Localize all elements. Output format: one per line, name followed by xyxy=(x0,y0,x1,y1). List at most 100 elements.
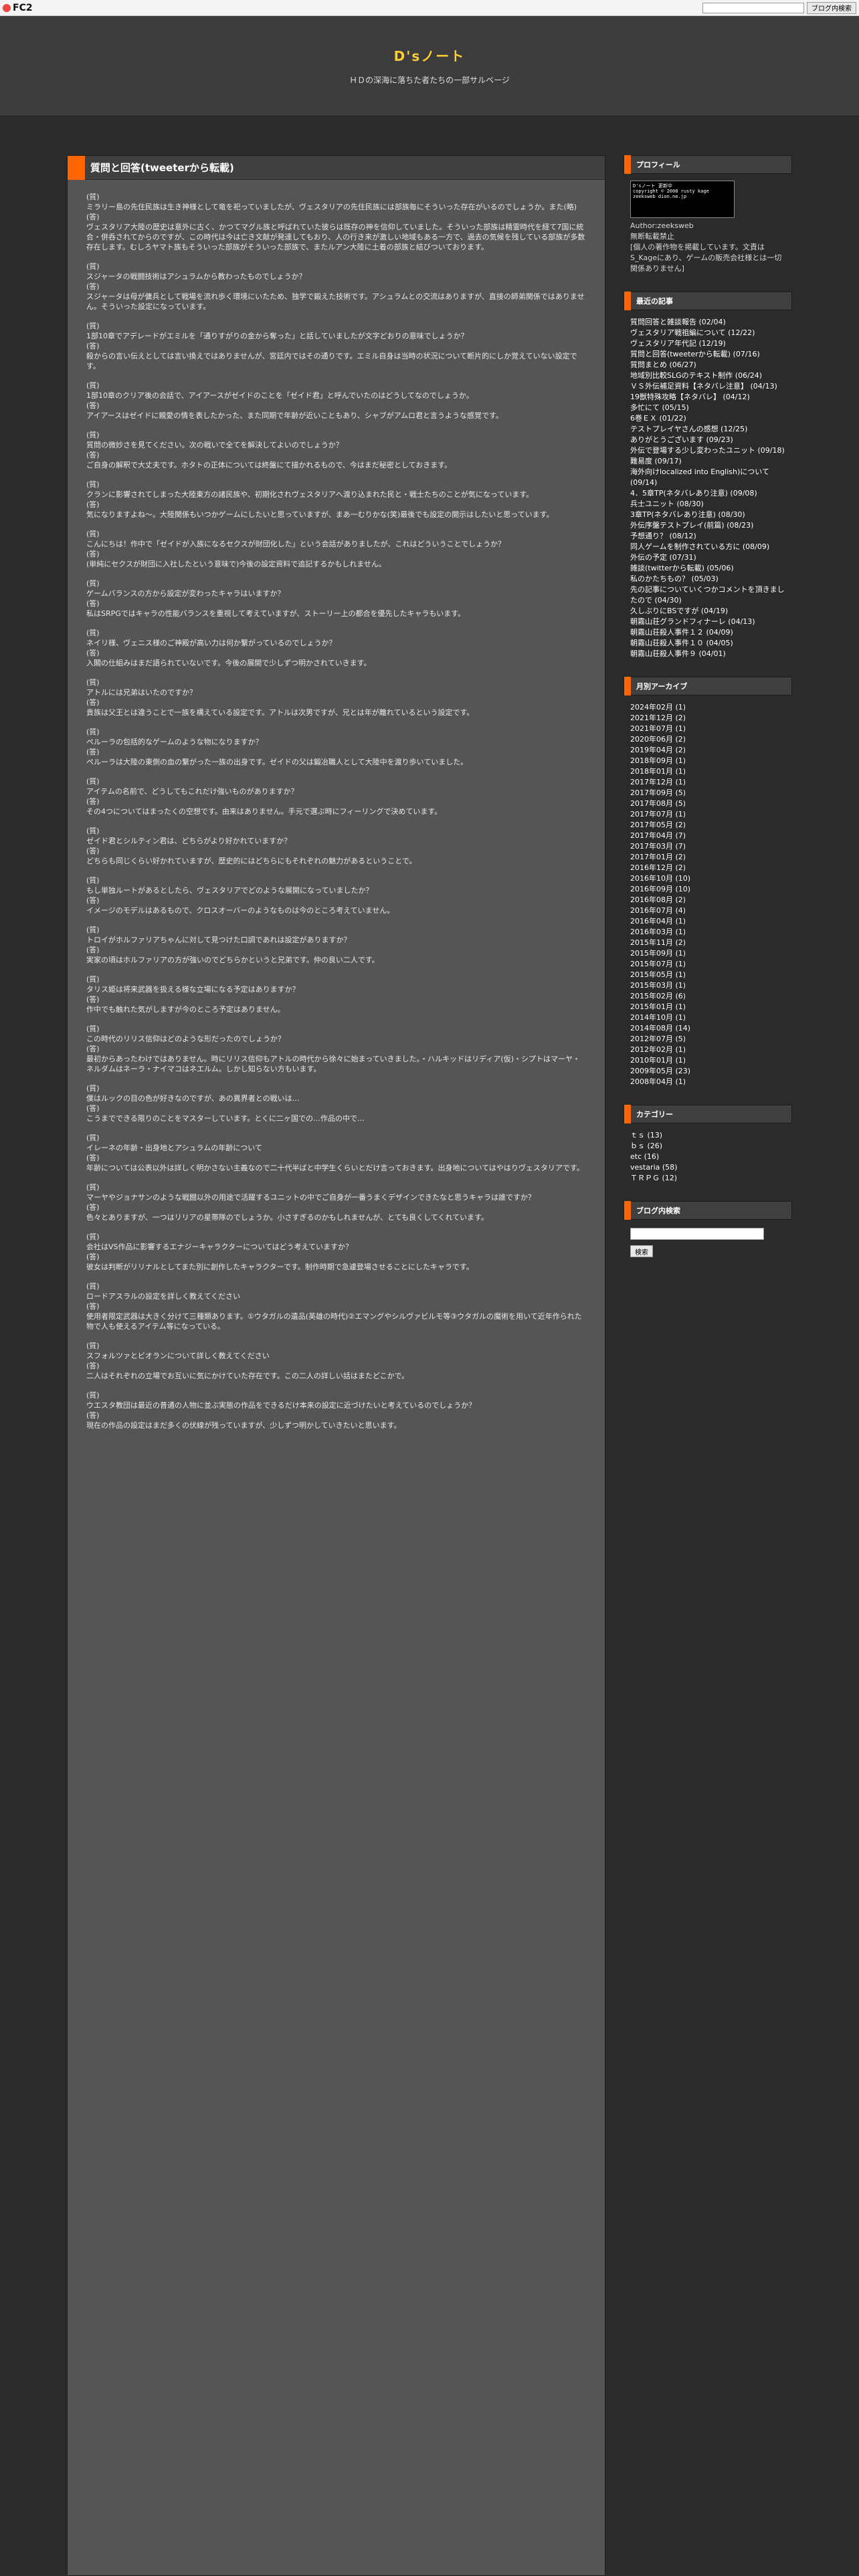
archive-month-link[interactable]: 2012年02月 (1) xyxy=(630,1045,785,1055)
archive-month-link[interactable]: 2016年07月 (4) xyxy=(630,905,785,916)
recent-entry-link[interactable]: 質問まとめ (06/27) xyxy=(630,360,785,370)
category-link[interactable]: etc (16) xyxy=(630,1152,785,1162)
recent-entry-link[interactable]: 朝霧山荘グランドフィナーレ (04/13) xyxy=(630,617,785,627)
archive-month-link[interactable]: 2014年08月 (14) xyxy=(630,1023,785,1034)
archive-month-link[interactable]: 2014年10月 (1) xyxy=(630,1012,785,1023)
archive-month-link[interactable]: 2016年12月 (2) xyxy=(630,863,785,873)
answer-text: (答) 現在の作品の設定はまだ多くの伏線が残っていますが、少しずつ明かしていきた… xyxy=(86,1411,401,1430)
recent-entry-link[interactable]: ありがとうございます (09/23) xyxy=(630,435,785,445)
recent-entries-widget: 最近の記事 質問回答と雑談報告 (02/04) ヴェスタリア戦祖編について (12… xyxy=(624,292,792,662)
recent-entry-link[interactable]: 3章TP(ネタバレあり注意) (08/30) xyxy=(630,510,785,520)
recent-entry-link[interactable]: 外伝序盤テストプレイ(前篇) (08/23) xyxy=(630,520,785,531)
qa-item: (質) この時代のリリス信仰はどのような形だったのでしょうか？ (答) 最初からあ… xyxy=(86,1024,586,1074)
archive-month-link[interactable]: 2016年04月 (1) xyxy=(630,916,785,927)
archive-month-link[interactable]: 2019年04月 (2) xyxy=(630,745,785,756)
question-text: (質) 会社はVS作品に影響するエナジーキャラクターについてはどう考えていますか… xyxy=(86,1232,353,1251)
category-link[interactable]: ｔｓ (13) xyxy=(630,1130,785,1141)
recent-entry-link[interactable]: 同人ゲームを制作されている方に (08/09) xyxy=(630,542,785,552)
archive-month-link[interactable]: 2015年02月 (6) xyxy=(630,991,785,1002)
archive-month-link[interactable]: 2010年01月 (1) xyxy=(630,1055,785,1066)
qa-item: (質) ウエスタ教団は最近の普通の人物に並ぶ実態の作品をできるだけ本来の設定に近… xyxy=(86,1390,586,1430)
recent-entry-link[interactable]: 4．5章TP(ネタバレあり注意) (09/08) xyxy=(630,488,785,499)
archive-month-link[interactable]: 2021年07月 (1) xyxy=(630,724,785,734)
recent-entry-link[interactable]: 6巻ＥＸ (01/22) xyxy=(630,413,785,424)
archive-month-link[interactable]: 2009年05月 (23) xyxy=(630,1066,785,1077)
category-link[interactable]: vestaria (58) xyxy=(630,1162,785,1173)
recent-entry-link[interactable]: 私のかたちもの？ (05/03) xyxy=(630,574,785,584)
qa-item: (質) スジャータの戦闘技術はアシュラムから教わったものでしょうか？ (答) スジ… xyxy=(86,261,586,312)
recent-entry-link[interactable]: 朝霧山荘殺人事件１２ (04/09) xyxy=(630,627,785,638)
question-text: (質) スジャータの戦闘技術はアシュラムから教わったものでしょうか？ xyxy=(86,262,306,281)
archive-month-link[interactable]: 2017年07月 (1) xyxy=(630,809,785,820)
recent-entry-link[interactable]: 外伝の予定 (07/31) xyxy=(630,552,785,563)
archive-month-link[interactable]: 2015年11月 (2) xyxy=(630,938,785,948)
archive-month-link[interactable]: 2024年02月 (1) xyxy=(630,702,785,713)
recent-entry-link[interactable]: テストプレイヤさんの感想 (12/25) xyxy=(630,424,785,435)
answer-text: (答) こうまでできる限りのことをマスターしています。とくに二ヶ国での…作品の中… xyxy=(86,1104,365,1123)
recent-entry-link[interactable]: 多忙にて (05/15) xyxy=(630,403,785,413)
recent-entry-link[interactable]: 外伝で登場する少し変わったユニット (09/18) xyxy=(630,445,785,456)
main-entry: 質問と回答(tweeterから転載) (質) ミラリー島の先住民族は生き神様とし… xyxy=(67,155,605,2576)
category-link[interactable]: ＴＲＰＧ (12) xyxy=(630,1173,785,1184)
recent-entry-link[interactable]: 地域別比較SLGのテキスト制作 (06/24) xyxy=(630,370,785,381)
profile-description: [個人の著作物を掲載しています。文責は S_Kageにあり、ゲームの販売会社様と… xyxy=(630,243,782,273)
fc2-search-button[interactable]: ブログ内検索 xyxy=(807,1,856,14)
blog-search-input[interactable] xyxy=(630,1228,764,1240)
archive-month-link[interactable]: 2015年09月 (1) xyxy=(630,948,785,959)
fc2-search-input[interactable] xyxy=(702,2,804,13)
site-header: D'sノート ＨＤの深海に落ちた者たちの一部サルベージ xyxy=(0,16,859,116)
archive-month-link[interactable]: 2020年06月 (2) xyxy=(630,734,785,745)
recent-entry-link[interactable]: 質問回答と雑談報告 (02/04) xyxy=(630,317,785,328)
fc2-logo-icon xyxy=(3,3,11,12)
recent-entry-link[interactable]: 雑談(twitterから転載) (05/06) xyxy=(630,563,785,574)
recent-entry-link[interactable]: 朝霧山荘殺人事件１０ (04/05) xyxy=(630,638,785,649)
recent-entry-link[interactable]: 兵士ユニット (08/30) xyxy=(630,499,785,510)
recent-entry-link[interactable]: 久しぶりにBSですが (04/19) xyxy=(630,606,785,617)
archive-month-link[interactable]: 2017年01月 (2) xyxy=(630,852,785,863)
archive-month-link[interactable]: 2017年09月 (5) xyxy=(630,788,785,798)
recent-entry-link[interactable]: 朝霧山荘殺人事件９ (04/01) xyxy=(630,649,785,659)
qa-item: (質) 1部10章のクリア後の会話で、アイアースがゼイドのことを「ゼイド君」と呼… xyxy=(86,381,586,421)
qa-item: (質) トロイがホルファリアちゃんに対して見つけた口調であれは設定がありますか？… xyxy=(86,925,586,965)
recent-entry-link[interactable]: ヴェスタリア戦祖編について (12/22) xyxy=(630,328,785,338)
recent-entry-link[interactable]: ヴェスタリア年代記 (12/19) xyxy=(630,338,785,349)
archive-widget: 月別アーカイブ 2024年02月 (1) 2021年12月 (2) 2021年07月… xyxy=(624,677,792,1090)
recent-entry-link[interactable]: 質問と回答(tweeterから転載) (07/16) xyxy=(630,349,785,360)
archive-month-link[interactable]: 2015年05月 (1) xyxy=(630,970,785,980)
recent-entry-link[interactable]: 海外向けlocalized into English)について (09/14) xyxy=(630,467,785,488)
blog-search-widget: ブログ内検索 検索 xyxy=(624,1201,792,1265)
question-text: (質) 質問の微妙さを見てください。次の戦いで全てを解決してよいのでしょうか？ xyxy=(86,431,343,449)
widget-marker xyxy=(624,155,631,174)
recent-entry-link[interactable]: 先の記事についていくつかコメントを頂きましたので (04/30) xyxy=(630,584,785,606)
archive-month-link[interactable]: 2015年01月 (1) xyxy=(630,1002,785,1012)
archive-month-link[interactable]: 2017年04月 (7) xyxy=(630,831,785,841)
answer-text: (答) 使用者限定武器は大きく分けて三種類あります。①ウタガルの遺品(英雄の時代… xyxy=(86,1302,582,1331)
profile-author: Author:zeeksweb xyxy=(630,221,694,230)
archive-month-link[interactable]: 2012年07月 (5) xyxy=(630,1034,785,1045)
fc2-logo[interactable]: FC2 xyxy=(3,3,33,13)
archive-month-link[interactable]: 2017年05月 (2) xyxy=(630,820,785,831)
recent-entry-link[interactable]: 予想通り？ (08/12) xyxy=(630,531,785,542)
archive-month-link[interactable]: 2017年03月 (7) xyxy=(630,841,785,852)
archive-month-link[interactable]: 2008年04月 (1) xyxy=(630,1077,785,1087)
recent-entry-link[interactable]: ＶＳ外伝補足資料【ネタバレ注意】 (04/13) xyxy=(630,381,785,392)
archive-month-link[interactable]: 2016年08月 (2) xyxy=(630,895,785,905)
site-title[interactable]: D'sノート xyxy=(0,45,859,65)
recent-entry-link[interactable]: 19獣特殊攻略【ネタバレ】 (04/12) xyxy=(630,392,785,403)
site-subtitle: ＨＤの深海に落ちた者たちの一部サルベージ xyxy=(349,76,510,85)
archive-month-link[interactable]: 2018年01月 (1) xyxy=(630,766,785,777)
entry-title[interactable]: 質問と回答(tweeterから転載) xyxy=(90,160,234,175)
archive-month-link[interactable]: 2021年12月 (2) xyxy=(630,713,785,724)
archive-month-link[interactable]: 2018年09月 (1) xyxy=(630,756,785,766)
archive-month-link[interactable]: 2016年10月 (10) xyxy=(630,873,785,884)
archive-month-link[interactable]: 2015年03月 (1) xyxy=(630,980,785,991)
category-link[interactable]: ｂｓ (26) xyxy=(630,1141,785,1152)
archive-month-link[interactable]: 2016年09月 (10) xyxy=(630,884,785,895)
recent-entry-link[interactable]: 難易度 (09/17) xyxy=(630,456,785,467)
blog-search-button[interactable]: 検索 xyxy=(630,1245,653,1257)
entry-title-marker xyxy=(68,155,85,180)
archive-month-link[interactable]: 2017年08月 (5) xyxy=(630,798,785,809)
archive-month-link[interactable]: 2017年12月 (1) xyxy=(630,777,785,788)
archive-month-link[interactable]: 2016年03月 (1) xyxy=(630,927,785,938)
archive-month-link[interactable]: 2015年07月 (1) xyxy=(630,959,785,970)
